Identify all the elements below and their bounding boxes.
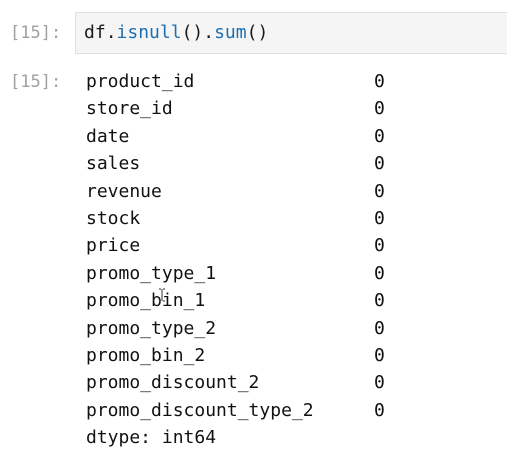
code-parens: () <box>246 22 269 43</box>
output-row: date 0 <box>86 123 406 150</box>
code-object: df <box>84 22 106 43</box>
column-name: promo_type_2 <box>86 317 217 339</box>
code-function-isnull: isnull <box>116 22 182 43</box>
output-row: product_id 0 <box>86 68 406 95</box>
column-name: date <box>86 125 130 147</box>
column-name: promo_bin_2 <box>86 344 206 366</box>
column-name: promo_discount_2 <box>86 372 260 394</box>
output-row: promo_bin_1 0 <box>86 287 406 314</box>
column-name: revenue <box>86 180 162 202</box>
column-name: sales <box>86 153 141 175</box>
column-name: store_id <box>86 98 173 120</box>
null-count: 0 <box>374 372 385 394</box>
column-name: promo_type_1 <box>86 262 217 284</box>
output-row: promo_bin_2 0 <box>86 342 406 369</box>
null-count: 0 <box>374 290 385 312</box>
output-row: store_id 0 <box>86 95 406 122</box>
output-row: promo_type_1 0 <box>86 260 406 287</box>
code-dot: . <box>105 22 117 43</box>
output-row: sales 0 <box>86 150 406 177</box>
text-cursor-icon <box>159 288 165 302</box>
null-count: 0 <box>374 317 385 339</box>
null-count: 0 <box>374 399 385 421</box>
column-name: stock <box>86 207 141 229</box>
column-name: product_id <box>86 71 195 92</box>
null-count: 0 <box>374 153 385 175</box>
output-row: promo_type_2 0 <box>86 315 406 342</box>
output-cell: [15]: product_id 0 store_id 0 date 0 sales 0… <box>0 68 507 448</box>
output-area: product_id 0 store_id 0 date 0 sales 0 reven… <box>86 68 406 451</box>
null-count: 0 <box>374 344 385 366</box>
code-editor[interactable]: df.isnull().sum() <box>75 12 507 54</box>
null-count: 0 <box>374 262 385 284</box>
column-name: price <box>86 235 141 257</box>
output-row: revenue 0 <box>86 178 406 205</box>
null-count: 0 <box>374 98 385 120</box>
null-count: 0 <box>374 207 385 229</box>
null-count: 0 <box>374 235 385 257</box>
code-parens: () <box>181 22 204 43</box>
output-row: promo_discount_2 0 <box>86 369 406 396</box>
input-cell[interactable]: [15]: df.isnull().sum() <box>0 12 507 56</box>
null-count: 0 <box>374 125 385 147</box>
output-row: price 0 <box>86 232 406 259</box>
dtype-label: dtype: int64 <box>86 427 217 449</box>
column-name: promo_discount_type_2 <box>86 399 314 421</box>
output-row: promo_discount_type_2 0 <box>86 397 406 424</box>
input-prompt: [15]: <box>10 23 62 43</box>
code-line: df.isnull().sum() <box>84 22 268 44</box>
null-count: 0 <box>374 180 385 202</box>
code-function-sum: sum <box>214 22 247 43</box>
column-name: promo_bin_1 <box>86 290 206 312</box>
output-prompt: [15]: <box>10 72 62 92</box>
output-row: stock 0 <box>86 205 406 232</box>
null-count: 0 <box>374 71 385 92</box>
code-dot: . <box>203 22 215 43</box>
